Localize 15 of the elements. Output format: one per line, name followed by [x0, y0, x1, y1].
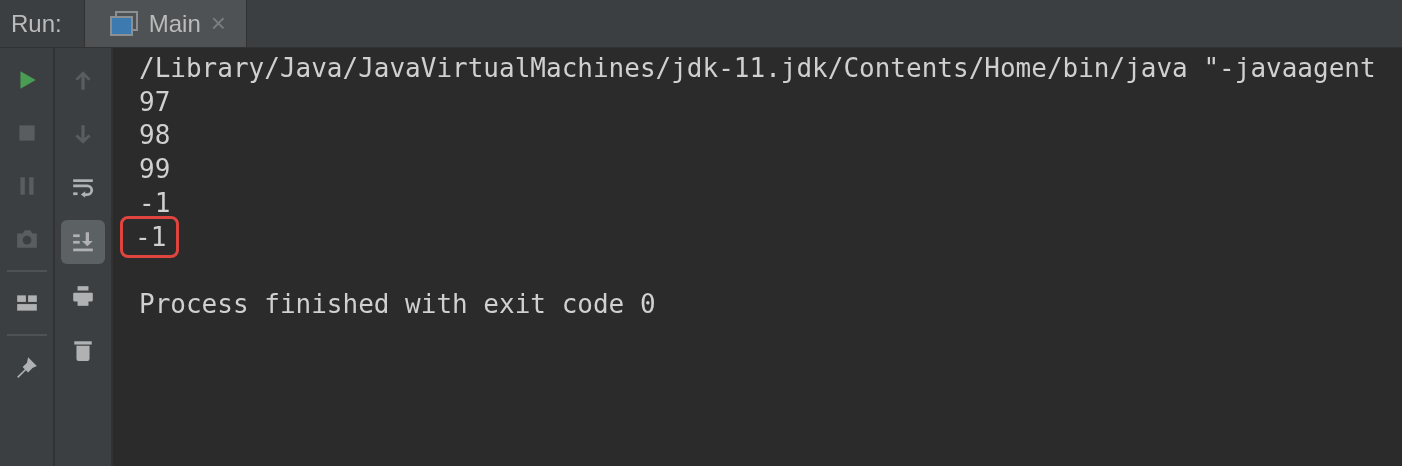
console-line: 97	[138, 86, 172, 117]
camera-icon	[14, 227, 39, 251]
trash-icon	[71, 338, 95, 362]
panel-label: Run:	[10, 8, 63, 39]
console-line: 98	[138, 120, 172, 151]
run-tab[interactable]: Main ×	[83, 0, 247, 47]
window-icon	[108, 9, 139, 38]
pin-icon	[14, 355, 39, 379]
exit-message: Process finished with exit code 0	[138, 289, 657, 320]
printer-icon	[71, 284, 95, 308]
wrap-icon	[71, 176, 95, 200]
scroll-to-end-icon	[71, 230, 95, 254]
toolbar-button[interactable]	[61, 220, 105, 264]
console-line: 99	[138, 154, 172, 185]
console-line: /Library/Java/JavaVirtualMachines/jdk-11.jdk/Contents/Home/bin/java "-javaagent	[138, 52, 1377, 83]
